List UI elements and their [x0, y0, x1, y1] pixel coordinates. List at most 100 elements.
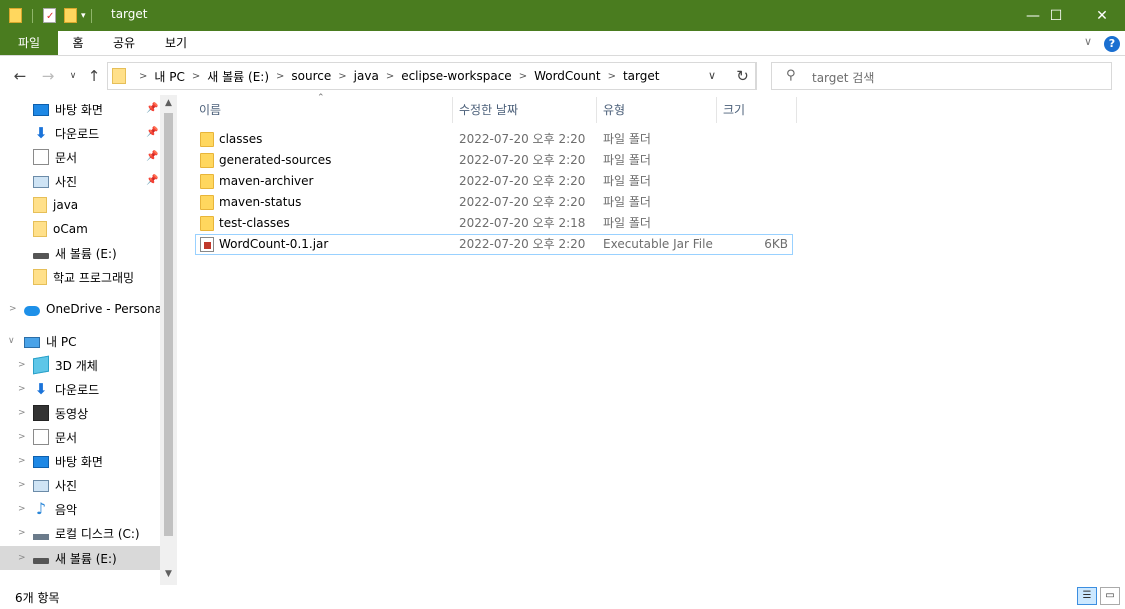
nav-item-pc-volume-e[interactable]: > 새 볼륨 (E:) [0, 546, 160, 570]
nav-item-local-disk-c[interactable]: > 로컬 디스크 (C:) [0, 522, 160, 544]
nav-item-java[interactable]: java [0, 194, 160, 216]
nav-item-label: 사진 [55, 478, 78, 493]
chevron-right-icon[interactable]: > [18, 408, 26, 418]
scroll-up-icon[interactable]: ▲ [160, 98, 177, 108]
search-input[interactable]: target 검색 [812, 69, 874, 86]
chevron-down-icon[interactable]: ∨ [8, 336, 15, 346]
tab-share[interactable]: 공유 [102, 31, 146, 55]
tab-home[interactable]: 홈 [58, 31, 98, 55]
chevron-right-icon[interactable]: > [386, 71, 394, 82]
nav-item-volume-e[interactable]: 새 볼륨 (E:) [0, 242, 160, 264]
customize-toolbar-chevron-icon[interactable]: ▾ [81, 11, 86, 21]
chevron-right-icon[interactable]: > [608, 71, 616, 82]
breadcrumb-item[interactable]: WordCount [534, 69, 600, 83]
column-header-name[interactable]: 이름 [193, 97, 453, 123]
pin-icon[interactable]: 📌 [146, 103, 158, 114]
folder-icon [112, 68, 126, 84]
nav-item-label: 다운로드 [55, 382, 100, 397]
pin-icon[interactable]: 📌 [146, 151, 158, 162]
search-box[interactable]: ⚲ target 검색 [771, 62, 1112, 90]
chevron-right-icon[interactable]: > [519, 71, 527, 82]
file-row-selected[interactable]: WordCount-0.1.jar 2022-07-20 오후 2:20 Exe… [195, 234, 793, 255]
properties-icon[interactable]: ✓ [43, 8, 56, 23]
chevron-right-icon[interactable]: > [18, 360, 26, 370]
chevron-right-icon[interactable]: > [139, 71, 147, 82]
scroll-down-icon[interactable]: ▼ [160, 569, 177, 579]
forward-button[interactable]: → [38, 66, 58, 86]
document-icon [33, 429, 49, 445]
new-folder-icon[interactable] [64, 8, 77, 23]
chevron-right-icon[interactable]: > [18, 553, 26, 563]
large-icons-view-button[interactable]: ▭ [1100, 587, 1120, 605]
breadcrumb-item[interactable]: source [291, 69, 331, 83]
nav-item-music[interactable]: > ♪ 음악 [0, 498, 160, 520]
folder-icon [33, 197, 47, 213]
pin-icon[interactable]: 📌 [146, 127, 158, 138]
nav-item-label: 동영상 [55, 406, 89, 421]
drive-icon [33, 253, 49, 259]
chevron-right-icon[interactable]: > [18, 528, 26, 538]
nav-item-pc-desktop[interactable]: > 바탕 화면 [0, 450, 160, 472]
up-button[interactable]: ↑ [84, 66, 104, 86]
chevron-right-icon[interactable]: > [192, 71, 200, 82]
file-row[interactable]: maven-archiver 2022-07-20 오후 2:20 파일 폴더 [195, 171, 793, 192]
details-view-button[interactable]: ☰ [1077, 587, 1097, 605]
chevron-right-icon[interactable]: > [18, 456, 26, 466]
column-header-date[interactable]: 수정한 날짜 [453, 97, 597, 123]
chevron-right-icon[interactable]: > [18, 432, 26, 442]
nav-item-3d-objects[interactable]: > 3D 개체 [0, 354, 160, 376]
nav-item-label: 새 볼륨 (E:) [55, 551, 117, 566]
nav-item-desktop[interactable]: 바탕 화면 📌 [0, 98, 160, 120]
nav-item-documents[interactable]: 문서 📌 [0, 146, 160, 168]
file-row[interactable]: generated-sources 2022-07-20 오후 2:20 파일 … [195, 150, 793, 171]
help-icon[interactable]: ? [1104, 36, 1120, 52]
chevron-right-icon[interactable]: > [18, 504, 26, 514]
maximize-button[interactable]: ☐ [1033, 0, 1079, 31]
chevron-right-icon[interactable]: > [9, 304, 17, 314]
pin-icon[interactable]: 📌 [146, 175, 158, 186]
breadcrumb-item[interactable]: target [623, 69, 660, 83]
nav-item-pc-documents[interactable]: > 문서 [0, 426, 160, 448]
breadcrumb-item[interactable]: 새 볼륨 (E:) [207, 68, 269, 85]
folder-icon [33, 221, 47, 237]
expand-ribbon-chevron-icon[interactable]: ∨ [1084, 35, 1092, 48]
nav-item-school-programming[interactable]: 학교 프로그래밍 [0, 266, 160, 288]
column-header-type[interactable]: 유형 [597, 97, 717, 123]
tab-view[interactable]: 보기 [154, 31, 198, 55]
file-row[interactable]: maven-status 2022-07-20 오후 2:20 파일 폴더 [195, 192, 793, 213]
breadcrumb-item[interactable]: eclipse-workspace [401, 69, 511, 83]
file-row[interactable]: test-classes 2022-07-20 오후 2:18 파일 폴더 [195, 213, 793, 234]
nav-item-pc-downloads[interactable]: > ⬇ 다운로드 [0, 378, 160, 400]
file-type: 파일 폴더 [603, 132, 651, 146]
chevron-right-icon[interactable]: > [338, 71, 346, 82]
nav-item-videos[interactable]: > 동영상 [0, 402, 160, 424]
address-history-dropdown[interactable]: ∨ [701, 66, 723, 86]
title-bar: ✓ ▾ target — ☐ ✕ [0, 0, 1125, 31]
back-button[interactable]: ← [10, 66, 30, 86]
column-header-size[interactable]: 크기 [717, 97, 797, 123]
file-row[interactable]: classes 2022-07-20 오후 2:20 파일 폴더 [195, 129, 793, 150]
chevron-right-icon[interactable]: > [18, 480, 26, 490]
recent-locations-button[interactable]: ∨ [63, 66, 83, 86]
file-date: 2022-07-20 오후 2:20 [459, 195, 586, 209]
nav-item-pc-pictures[interactable]: > 사진 [0, 474, 160, 496]
close-button[interactable]: ✕ [1079, 0, 1125, 31]
tab-file[interactable]: 파일 [0, 31, 58, 55]
address-bar[interactable]: > 내 PC > 새 볼륨 (E:) > source > java > ecl… [107, 62, 756, 90]
breadcrumb-item[interactable]: 내 PC [154, 68, 184, 85]
refresh-button[interactable]: ↻ [729, 62, 757, 90]
nav-item-onedrive[interactable]: > OneDrive - Personal [0, 298, 165, 320]
folder-icon [33, 269, 47, 285]
chevron-right-icon[interactable]: > [18, 384, 26, 394]
file-name: maven-status [219, 195, 302, 209]
file-date: 2022-07-20 오후 2:18 [459, 216, 586, 230]
nav-item-pictures[interactable]: 사진 📌 [0, 170, 160, 192]
nav-item-this-pc[interactable]: ∨ 내 PC [0, 330, 160, 352]
nav-item-label: 새 볼륨 (E:) [55, 246, 117, 261]
nav-item-ocam[interactable]: oCam [0, 218, 160, 240]
chevron-right-icon[interactable]: > [276, 71, 284, 82]
breadcrumb-item[interactable]: java [354, 69, 379, 83]
nav-item-downloads[interactable]: ⬇ 다운로드 📌 [0, 122, 160, 144]
nav-pane-scrollbar[interactable]: ▲ ▼ [160, 95, 177, 585]
scrollbar-thumb[interactable] [164, 113, 173, 536]
